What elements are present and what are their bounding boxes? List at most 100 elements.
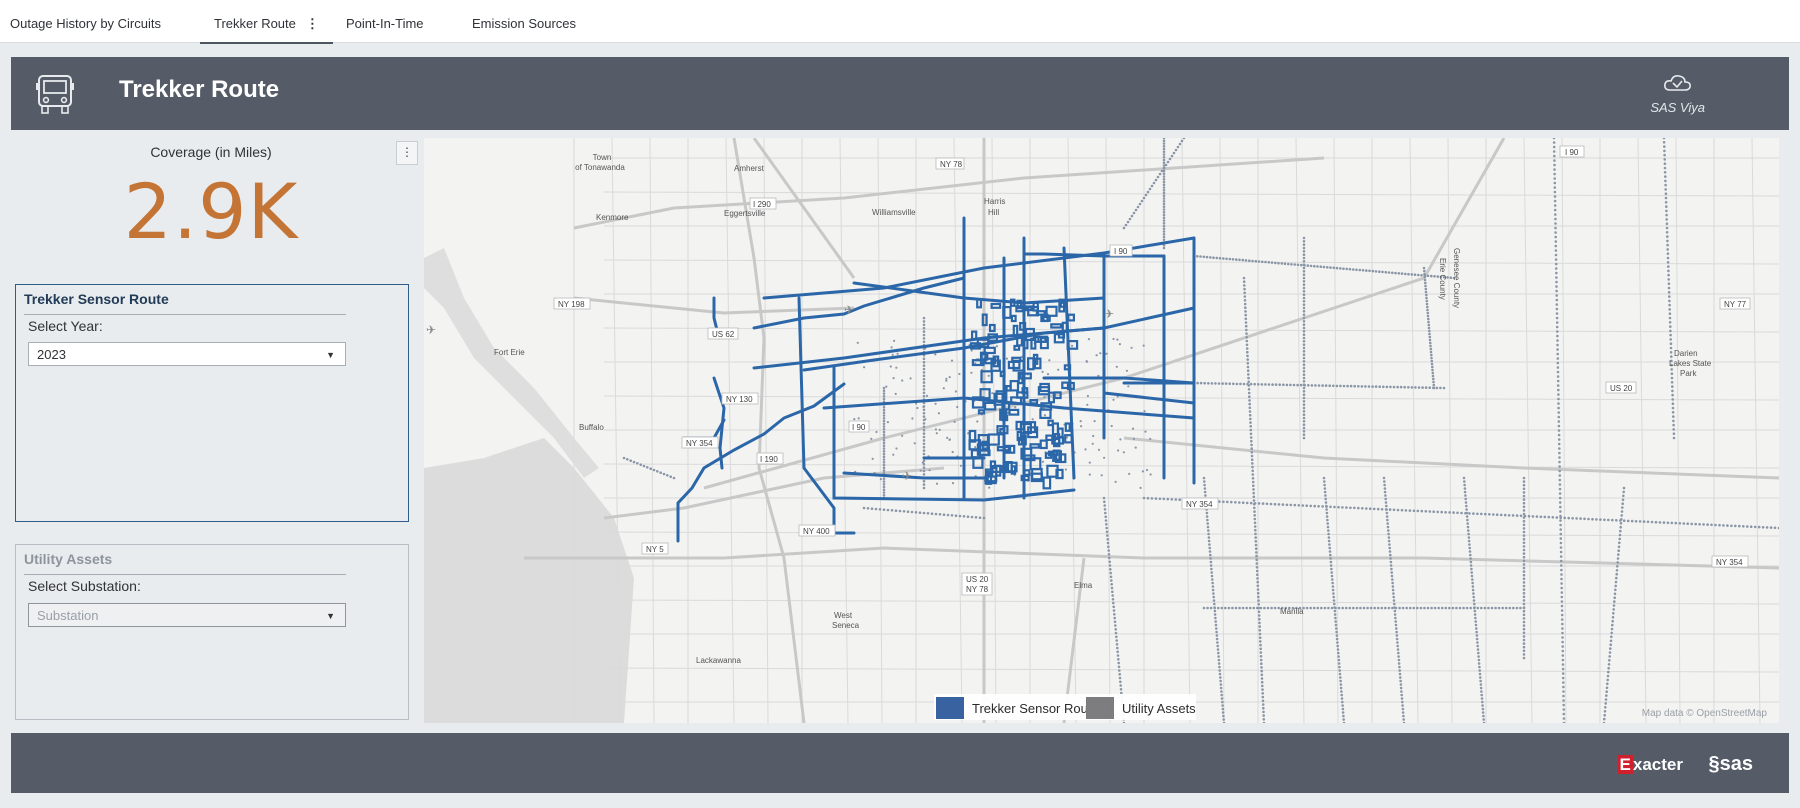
tab-menu-icon[interactable]: ⋮ bbox=[306, 0, 319, 48]
asset-dot bbox=[1602, 721, 1606, 723]
route-map[interactable]: Town of Tonawanda Amherst Eggertsville K… bbox=[424, 138, 1779, 723]
asset-dot bbox=[1387, 539, 1391, 543]
asset-dot bbox=[1302, 283, 1306, 286]
asset-dot bbox=[1248, 606, 1252, 610]
asset-dot bbox=[1463, 480, 1466, 483]
asset-dot bbox=[1440, 606, 1444, 610]
street-line bbox=[603, 667, 1779, 673]
asset-dot bbox=[1115, 639, 1118, 642]
asset-dot bbox=[922, 452, 926, 456]
map-canvas[interactable]: Town of Tonawanda Amherst Eggertsville K… bbox=[424, 138, 1779, 723]
asset-dot bbox=[1261, 688, 1264, 691]
asset-dot bbox=[922, 479, 926, 483]
asset-dot bbox=[1203, 483, 1206, 487]
asset-dot bbox=[882, 419, 886, 423]
legend-swatch-route[interactable] bbox=[936, 697, 964, 719]
tab-outage-history[interactable]: Outage History by Circuits bbox=[10, 0, 161, 42]
asset-dot bbox=[1113, 613, 1116, 616]
substation-select[interactable]: Substation ▼ bbox=[28, 603, 346, 627]
year-select[interactable]: 2023 ▼ bbox=[28, 342, 346, 366]
asset-dot bbox=[1079, 420, 1082, 423]
asset-dot bbox=[1260, 383, 1264, 386]
asset-dot bbox=[1265, 502, 1269, 506]
asset-dot bbox=[879, 478, 882, 481]
asset-dot bbox=[1253, 517, 1257, 521]
asset-dot bbox=[1467, 539, 1471, 543]
asset-dot bbox=[1254, 547, 1258, 550]
asset-dot bbox=[1228, 257, 1232, 261]
asset-dot bbox=[1209, 564, 1213, 567]
asset-dot bbox=[1257, 610, 1261, 614]
asset-dot bbox=[1262, 721, 1266, 723]
tab-emission-sources[interactable]: Emission Sources bbox=[472, 0, 576, 42]
asset-dot bbox=[1117, 449, 1120, 452]
asset-dot bbox=[1384, 270, 1388, 274]
trekker-sensor-route-panel: Trekker Sensor Route Select Year: 2023 ▼ bbox=[15, 284, 409, 522]
asset-dot bbox=[1162, 166, 1166, 170]
asset-dot bbox=[1714, 523, 1717, 527]
asset-dot bbox=[652, 468, 656, 472]
asset-dot bbox=[1522, 545, 1526, 548]
asset-dot bbox=[1665, 205, 1668, 208]
asset-dot bbox=[1473, 609, 1477, 613]
asset-dot bbox=[1414, 386, 1417, 389]
asset-dot bbox=[1642, 520, 1646, 523]
asset-dot bbox=[1562, 690, 1565, 693]
asset-dot bbox=[1559, 555, 1563, 558]
legend-swatch-assets[interactable] bbox=[1086, 697, 1114, 719]
asset-dot bbox=[1111, 594, 1114, 597]
asset-dot bbox=[1255, 551, 1258, 554]
kpi-menu-button[interactable]: ⋮ bbox=[396, 141, 418, 165]
asset-dot bbox=[1115, 643, 1119, 646]
asset-dot bbox=[1522, 624, 1526, 627]
asset-dot bbox=[1261, 502, 1265, 505]
asset-dot bbox=[1662, 138, 1666, 140]
tab-trekker-route[interactable]: Trekker Route ⋮ bbox=[200, 0, 333, 44]
asset-dot bbox=[1254, 528, 1257, 532]
asset-dot bbox=[1384, 606, 1387, 610]
asset-dot bbox=[1257, 603, 1260, 606]
asset-dot bbox=[1555, 312, 1559, 315]
asset-dot bbox=[1336, 641, 1339, 644]
asset-dot bbox=[1342, 267, 1345, 270]
asset-dot bbox=[1071, 344, 1074, 347]
asset-dot bbox=[1111, 590, 1114, 594]
asset-dot bbox=[1476, 512, 1479, 516]
asset-dot bbox=[1553, 168, 1556, 171]
asset-dot bbox=[1407, 386, 1410, 389]
asset-dot bbox=[934, 512, 938, 516]
asset-dot bbox=[1613, 592, 1617, 596]
asset-dot bbox=[1256, 580, 1259, 584]
asset-dot bbox=[1613, 596, 1616, 599]
asset-dot bbox=[1663, 153, 1666, 157]
asset-dot bbox=[1603, 713, 1606, 717]
asset-dot bbox=[1429, 347, 1433, 351]
asset-dot bbox=[1557, 429, 1561, 432]
asset-dot bbox=[1130, 214, 1134, 218]
asset-dot bbox=[1244, 306, 1247, 309]
asset-dot bbox=[1293, 503, 1297, 507]
asset-dot bbox=[946, 513, 950, 517]
asset-dot bbox=[1174, 498, 1178, 501]
asset-dot bbox=[1522, 635, 1526, 638]
svg-text:West: West bbox=[834, 611, 853, 620]
asset-dot bbox=[1425, 296, 1428, 300]
asset-dot bbox=[1616, 565, 1619, 568]
asset-dot bbox=[1668, 299, 1671, 303]
asset-dot bbox=[1382, 476, 1386, 480]
asset-dot bbox=[1444, 606, 1448, 610]
asset-dot bbox=[1214, 616, 1217, 620]
asset-dot bbox=[1112, 601, 1115, 605]
asset-dot bbox=[1273, 502, 1277, 506]
asset-dot bbox=[1253, 506, 1256, 510]
tab-point-in-time[interactable]: Point-In-Time bbox=[346, 0, 424, 42]
asset-dot bbox=[1119, 684, 1122, 687]
asset-dot bbox=[1342, 718, 1345, 721]
asset-dot bbox=[882, 414, 886, 417]
asset-dot bbox=[1554, 235, 1557, 239]
asset-dot bbox=[1333, 505, 1336, 509]
kpi-value: 2.9K bbox=[123, 167, 299, 256]
asset-dot bbox=[1216, 606, 1220, 610]
asset-dot bbox=[1609, 643, 1612, 646]
asset-dot bbox=[1561, 636, 1564, 639]
